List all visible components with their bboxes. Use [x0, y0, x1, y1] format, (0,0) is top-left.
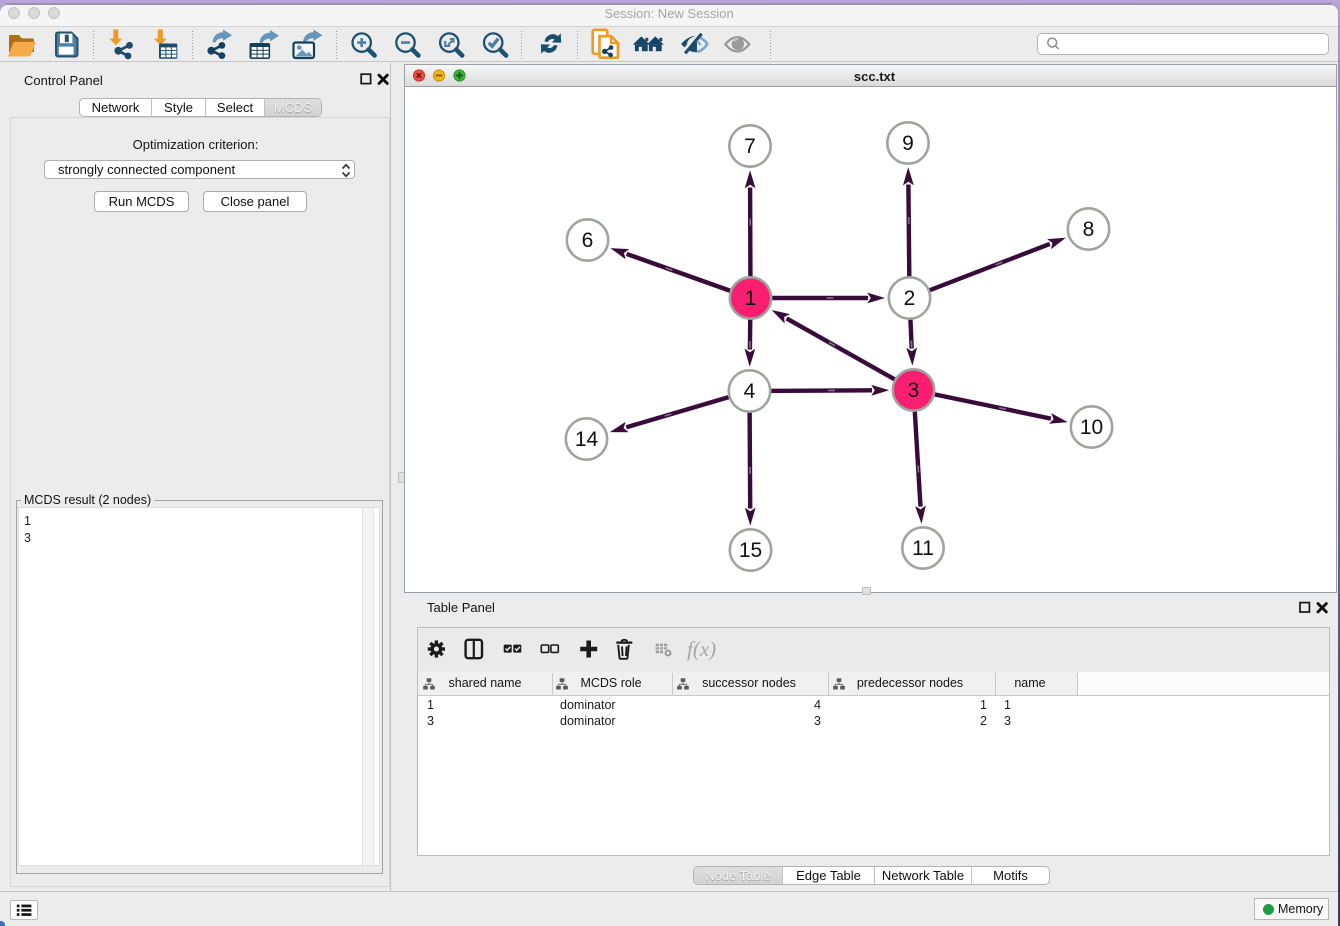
svg-text:2: 2 [904, 287, 916, 310]
svg-text:11: 11 [912, 537, 934, 560]
svg-text:15: 15 [739, 539, 762, 562]
svg-text:9: 9 [902, 132, 914, 155]
svg-text:4: 4 [744, 380, 756, 403]
svg-text:8: 8 [1083, 218, 1095, 241]
svg-text:10: 10 [1080, 416, 1103, 439]
svg-text:14: 14 [575, 428, 599, 451]
svg-text:7: 7 [744, 135, 756, 158]
svg-text:f(x): f(x) [687, 637, 716, 661]
svg-text:3: 3 [908, 379, 920, 402]
svg-text:6: 6 [582, 229, 594, 252]
svg-text:1: 1 [745, 287, 757, 310]
